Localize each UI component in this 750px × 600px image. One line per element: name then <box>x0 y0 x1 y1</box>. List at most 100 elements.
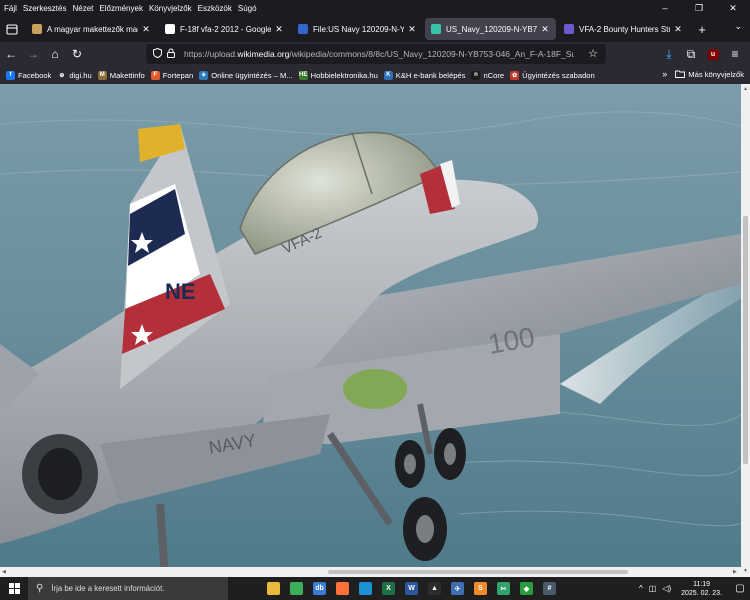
restore-button[interactable]: ❐ <box>682 0 716 16</box>
bookmark-4[interactable]: ⚘ Online ügyintézés – M... <box>199 70 293 80</box>
site-icon <box>564 24 574 34</box>
app-menu-button[interactable]: ≡ <box>724 43 746 65</box>
minimize-button[interactable]: – <box>648 0 682 16</box>
image-viewer: 100 VFA-2 NE NAVY <box>0 84 741 577</box>
menu-tools[interactable]: Eszközök <box>195 4 235 13</box>
forward-button[interactable]: → <box>22 43 44 65</box>
taskbar-app-5[interactable]: X <box>377 577 400 600</box>
taskbar-app-7[interactable]: ▲ <box>423 577 446 600</box>
downloads-button[interactable]: ⤓ <box>658 43 680 65</box>
bookmark-label: Fortepan <box>162 70 194 80</box>
menu-view[interactable]: Nézet <box>69 4 96 13</box>
taskbar-app-11[interactable]: ◆ <box>515 577 538 600</box>
bookmark-3[interactable]: F Fortepan <box>150 70 194 80</box>
ublock-button[interactable]: u <box>702 43 724 65</box>
menu-bookmarks[interactable]: Könyvjelzők <box>146 4 195 13</box>
tab-1[interactable]: F-18f vfa-2 2012 - Google-keres✕ <box>159 18 290 40</box>
network-icon[interactable]: ◫ <box>649 584 657 593</box>
new-tab-button[interactable]: + <box>691 18 713 40</box>
tab-close-icon[interactable]: ✕ <box>673 24 683 35</box>
edge-icon <box>359 582 372 595</box>
taskbar-app-2[interactable]: db <box>308 577 331 600</box>
extensions-button[interactable]: ⧉ <box>680 43 702 65</box>
bookmark-label: Makettinfo <box>109 70 145 80</box>
home-button[interactable]: ⌂ <box>44 43 66 65</box>
taskbar-app-4[interactable] <box>354 577 377 600</box>
tab-close-icon[interactable]: ✕ <box>407 24 417 35</box>
volume-icon[interactable]: ◁) <box>662 584 671 593</box>
taskbar-app-0[interactable] <box>262 577 285 600</box>
back-button[interactable]: ← <box>0 43 22 65</box>
bookmark-8[interactable]: ✿ Ügyintézés szabadon <box>510 70 595 80</box>
url-bar[interactable]: https://upload.wikimedia.org/wikipedia/c… <box>146 44 606 64</box>
bookmark-label: nCore <box>483 70 505 80</box>
bookmark-6[interactable]: K K&H e-bank belépés <box>383 70 466 80</box>
other-bookmarks-button[interactable]: Más könyvjelzők <box>675 70 744 79</box>
url-prefix: https://upload. <box>184 49 238 59</box>
tab-title: A magyar makettezők magazinj <box>47 24 138 34</box>
tab-list-button[interactable]: ⌄ <box>734 21 742 32</box>
horizontal-scroll-thumb[interactable] <box>328 570 628 574</box>
horizontal-scrollbar[interactable]: ◀ ▶ <box>0 567 741 577</box>
gov-icon: ⚘ <box>199 70 209 80</box>
menu-history[interactable]: Előzmények <box>96 4 146 13</box>
shield-icon[interactable] <box>150 47 164 60</box>
image-icon <box>431 24 441 34</box>
taskbar-app-8[interactable]: ✈ <box>446 577 469 600</box>
tab-3[interactable]: US_Navy_120209-N-YB753-046✕ <box>425 18 556 40</box>
vertical-scroll-thumb[interactable] <box>743 216 748 464</box>
reload-button[interactable]: ↻ <box>66 43 88 65</box>
firefox-window: Fájl Szerkesztés Nézet Előzmények Könyvj… <box>0 0 750 600</box>
wikimedia-icon <box>298 24 308 34</box>
taskbar-app-3[interactable] <box>331 577 354 600</box>
ncore-icon: n <box>471 70 481 80</box>
bookmark-2[interactable]: M Makettinfo <box>97 70 145 80</box>
menu-file[interactable]: Fájl <box>0 4 20 13</box>
notepad-icon <box>290 582 303 595</box>
scroll-up-icon[interactable]: ▲ <box>743 86 748 92</box>
firefox-view-button[interactable] <box>0 16 24 42</box>
lock-icon[interactable] <box>164 48 178 60</box>
ugyintezes-icon: ✿ <box>510 70 520 80</box>
word-icon: W <box>405 582 418 595</box>
taskbar-app-10[interactable]: ✂ <box>492 577 515 600</box>
menu-edit[interactable]: Szerkesztés <box>20 4 70 13</box>
tab-0[interactable]: A magyar makettezők magazinj✕ <box>26 18 157 40</box>
notification-icon[interactable]: ▢ <box>730 583 750 594</box>
start-button[interactable] <box>0 577 28 600</box>
tab-close-icon[interactable]: ✕ <box>141 24 151 35</box>
menu-help[interactable]: Súgó <box>235 4 260 13</box>
tab-2[interactable]: File:US Navy 120209-N-YB753-(✕ <box>292 18 423 40</box>
tab-4[interactable]: VFA-2 Bounty Hunters Strike Fig✕ <box>558 18 689 40</box>
url-text[interactable]: https://upload.wikimedia.org/wikipedia/c… <box>184 49 574 59</box>
hobbielektronika-icon: HE <box>298 70 308 80</box>
scroll-right-icon[interactable]: ▶ <box>733 569 737 575</box>
taskbar-app-1[interactable] <box>285 577 308 600</box>
bookmark-label: K&H e-bank belépés <box>395 70 466 80</box>
bookmark-1[interactable]: ⊕ digi.hu <box>57 70 92 80</box>
tab-close-icon[interactable]: ✕ <box>274 24 284 35</box>
taskbar-app-9[interactable]: S <box>469 577 492 600</box>
makettinfo-icon <box>32 24 42 34</box>
bookmarks-overflow-button[interactable]: » <box>662 69 667 79</box>
close-window-button[interactable]: ✕ <box>716 0 750 16</box>
url-host: wikimedia.org <box>237 49 290 59</box>
firefox-view-icon <box>6 23 18 35</box>
file-explorer-icon <box>267 582 280 595</box>
taskbar-app-6[interactable]: W <box>400 577 423 600</box>
clock[interactable]: 11:19 2025. 02. 23. <box>681 580 722 598</box>
bookmark-star-icon[interactable]: ☆ <box>588 47 598 60</box>
taskbar-app-12[interactable]: # <box>538 577 561 600</box>
taskbar-search[interactable]: ⚲ Írja be ide a keresett információt. <box>28 577 228 600</box>
tab-close-icon[interactable]: ✕ <box>540 24 550 35</box>
taskbar-apps: db X W ▲ ✈ S ✂ ◆ # <box>262 577 561 600</box>
other-bookmarks-label: Más könyvjelzők <box>688 69 744 79</box>
scroll-left-icon[interactable]: ◀ <box>2 569 6 575</box>
vertical-scrollbar[interactable]: ▲ ▼ <box>741 84 750 577</box>
puzzle-icon: ⧉ <box>686 46 696 61</box>
scroll-down-icon[interactable]: ▼ <box>743 568 748 574</box>
bookmark-0[interactable]: f Facebook <box>6 70 51 80</box>
bookmark-7[interactable]: n nCore <box>471 70 505 80</box>
bookmark-5[interactable]: HE Hobbielektronika.hu <box>298 70 378 80</box>
tray-overflow-icon[interactable]: ^ <box>639 584 643 593</box>
